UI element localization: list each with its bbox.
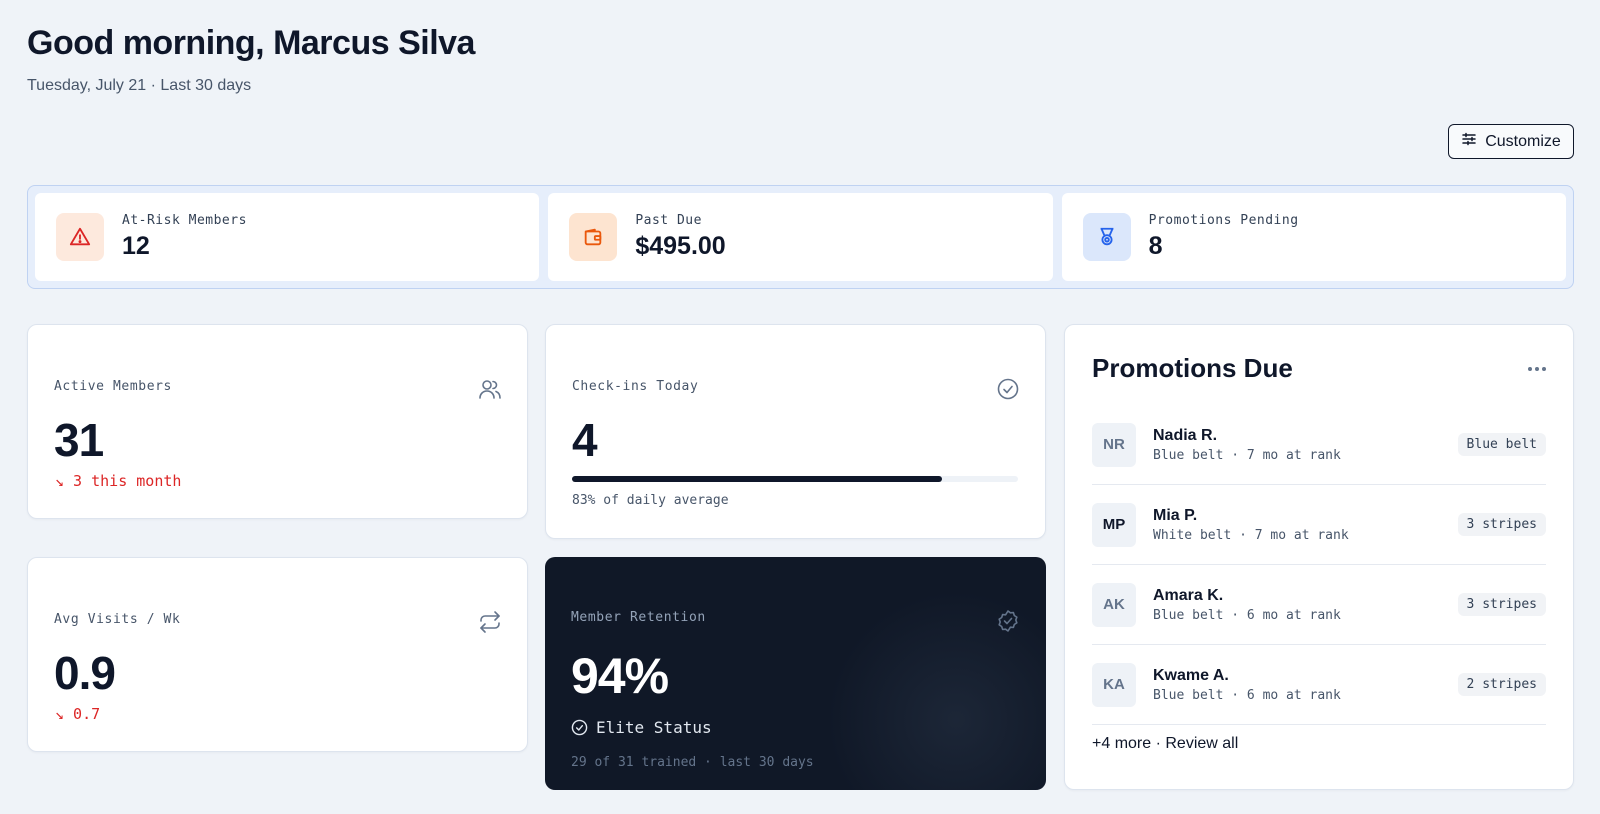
avg-visits-delta: ↘ 0.7 [55, 705, 101, 723]
checkins-progress-fill [572, 476, 943, 482]
warning-triangle-icon [69, 227, 91, 246]
member-meta: White belt · 7 mo at rank [1153, 527, 1349, 543]
active-members-delta: ↘ 3 this month [55, 472, 182, 490]
alert-value: 12 [122, 232, 150, 260]
member-retention-card: Member Retention 94% Elite Status 29 of … [545, 557, 1046, 790]
retention-caption: 29 of 31 trained · last 30 days [571, 755, 814, 770]
list-item[interactable]: KA Kwame A. Blue belt · 6 mo at rank 2 s… [1092, 645, 1546, 725]
alert-label: At-Risk Members [122, 213, 247, 228]
rank-tag: 2 stripes [1457, 673, 1546, 696]
active-members-value: 31 [54, 414, 104, 466]
avatar: KA [1092, 662, 1136, 707]
member-name: Nadia R. [1153, 426, 1218, 444]
list-item[interactable]: AK Amara K. Blue belt · 6 mo at rank 3 s… [1092, 565, 1546, 645]
rank-tag: Blue belt [1457, 433, 1546, 456]
more-options-icon[interactable] [1525, 359, 1549, 379]
elite-status: Elite Status [571, 718, 712, 737]
member-meta: Blue belt · 6 mo at rank [1153, 607, 1341, 623]
check-circle-icon [571, 719, 588, 736]
card-label: Active Members [54, 379, 172, 394]
avg-visits-value: 0.9 [54, 647, 116, 699]
checkins-caption: 83% of daily average [572, 493, 729, 508]
check-circle-icon [996, 377, 1020, 401]
customize-label: Customize [1485, 132, 1561, 150]
list-item[interactable]: NR Nadia R. Blue belt · 7 mo at rank Blu… [1092, 405, 1546, 485]
customize-button[interactable]: Customize [1448, 124, 1574, 159]
checkins-value: 4 [572, 414, 598, 466]
promotions-due-card: Promotions Due NR Nadia R. Blue belt · 7… [1064, 324, 1574, 790]
wallet-icon [585, 228, 602, 246]
list-item[interactable]: MP Mia P. White belt · 7 mo at rank 3 st… [1092, 485, 1546, 565]
elite-status-label: Elite Status [596, 718, 712, 737]
member-name: Mia P. [1153, 506, 1198, 524]
avatar: AK [1092, 582, 1136, 627]
date-range-subtitle: Tuesday, July 21 · Last 30 days [27, 77, 252, 94]
repeat-icon [478, 610, 502, 634]
alert-strip: At-Risk Members 12 Past Due $495.00 Prom… [27, 185, 1574, 289]
avatar: NR [1092, 422, 1136, 467]
card-label: Avg Visits / Wk [54, 612, 181, 627]
active-members-card: Active Members 31 ↘ 3 this month [27, 324, 528, 519]
alert-value: $495.00 [635, 232, 726, 260]
card-label: Member Retention [571, 610, 706, 625]
rank-tag: 3 stripes [1457, 513, 1546, 536]
medal-icon [1100, 227, 1114, 246]
alert-label: Past Due [635, 213, 702, 228]
member-name: Kwame A. [1153, 666, 1229, 684]
promotions-title: Promotions Due [1092, 353, 1293, 383]
alert-icon-box [1082, 213, 1131, 261]
alert-value: 8 [1148, 232, 1163, 260]
member-meta: Blue belt · 7 mo at rank [1153, 447, 1341, 463]
checkins-progress-bar [572, 476, 1018, 482]
users-icon [478, 377, 502, 401]
sliders-icon [1461, 131, 1477, 152]
badge-check-icon [996, 609, 1020, 633]
alert-card-at-risk[interactable]: At-Risk Members 12 [35, 193, 540, 281]
member-meta: Blue belt · 6 mo at rank [1153, 687, 1341, 703]
member-name: Amara K. [1153, 586, 1224, 604]
card-label: Check-ins Today [572, 379, 699, 394]
avatar: MP [1092, 502, 1136, 547]
alert-icon-box [569, 213, 618, 261]
checkins-today-card: Check-ins Today 4 83% of daily average [545, 324, 1046, 539]
rank-tag: 3 stripes [1457, 593, 1546, 616]
review-all-link[interactable]: +4 more · Review all [1092, 735, 1238, 753]
alert-card-past-due[interactable]: Past Due $495.00 [548, 193, 1053, 281]
avg-visits-card: Avg Visits / Wk 0.9 ↘ 0.7 [27, 557, 528, 752]
retention-value: 94% [571, 648, 669, 704]
page-title: Good morning, Marcus Silva [27, 24, 475, 62]
alert-icon-box [56, 213, 104, 261]
alert-card-promotions-pending[interactable]: Promotions Pending 8 [1061, 193, 1566, 281]
alert-label: Promotions Pending [1148, 213, 1299, 228]
page-header: Good morning, Marcus Silva Tuesday, July… [27, 24, 475, 95]
promotions-list: NR Nadia R. Blue belt · 7 mo at rank Blu… [1092, 405, 1546, 725]
